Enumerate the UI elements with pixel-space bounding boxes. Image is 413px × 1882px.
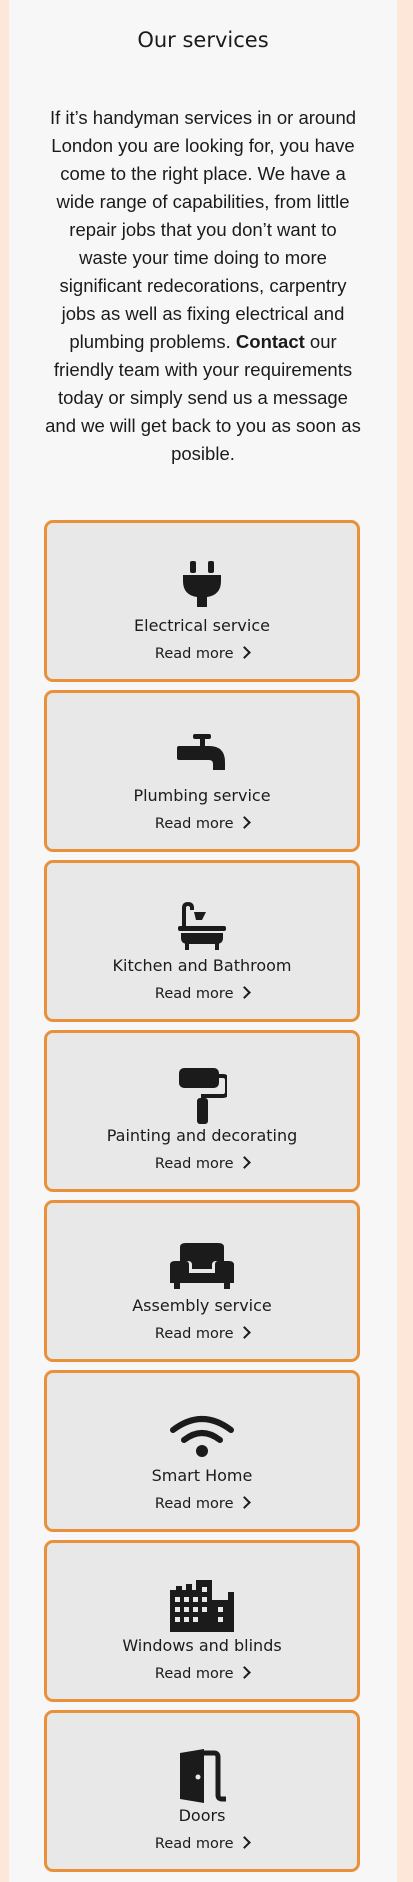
read-more-label: Read more [154,1666,234,1682]
section-title: Our services [137,28,269,52]
paint-roller-icon [47,1068,357,1124]
read-more-label: Read more [154,1326,234,1342]
chevron-right-icon [238,1156,251,1169]
chevron-right-icon [238,1496,251,1509]
chevron-right-icon [238,646,251,659]
read-more-label: Read more [154,1836,234,1852]
service-name: Painting and decorating [106,1126,298,1145]
door-icon [47,1749,357,1803]
read-more-link[interactable]: Read more [47,1326,357,1342]
service-card-plumbing[interactable]: Plumbing service Read more [44,690,360,852]
service-name: Doors [178,1806,226,1825]
faucet-icon [47,729,357,783]
service-name: Windows and blinds [122,1636,282,1655]
chevron-right-icon [238,986,251,999]
service-card-doors[interactable]: Doors Read more [44,1710,360,1872]
services-section: Our services If it’s handyman services i… [9,0,397,1882]
read-more-label: Read more [154,1156,234,1172]
building-icon [47,1579,357,1633]
read-more-link[interactable]: Read more [47,646,357,662]
chevron-right-icon [238,1326,251,1339]
read-more-link[interactable]: Read more [47,986,357,1002]
read-more-link[interactable]: Read more [47,1836,357,1852]
read-more-link[interactable]: Read more [47,1666,357,1682]
service-card-smart-home[interactable]: Smart Home Read more [44,1370,360,1532]
service-name: Plumbing service [133,786,271,805]
chevron-right-icon [238,1666,251,1679]
bathtub-icon [47,899,357,953]
read-more-label: Read more [154,986,234,1002]
service-card-assembly[interactable]: Assembly service Read more [44,1200,360,1362]
wifi-icon [47,1409,357,1463]
intro-text-before: If it’s handyman services in or around L… [49,107,357,352]
service-name: Electrical service [134,616,270,635]
service-name: Smart Home [151,1466,253,1485]
plug-icon [47,559,357,613]
read-more-link[interactable]: Read more [47,1156,357,1172]
service-card-painting[interactable]: Painting and decorating Read more [44,1030,360,1192]
service-card-electrical[interactable]: Electrical service Read more [44,520,360,682]
read-more-label: Read more [154,1496,234,1512]
sofa-icon [47,1239,357,1293]
intro-paragraph: If it’s handyman services in or around L… [45,104,361,468]
service-card-windows[interactable]: Windows and blinds Read more [44,1540,360,1702]
service-card-kitchen-bathroom[interactable]: Kitchen and Bathroom Read more [44,860,360,1022]
read-more-label: Read more [154,816,234,832]
read-more-link[interactable]: Read more [47,816,357,832]
chevron-right-icon [238,1836,251,1849]
chevron-right-icon [238,816,251,829]
service-name: Kitchen and Bathroom [112,956,292,975]
read-more-link[interactable]: Read more [47,1496,357,1512]
service-name: Assembly service [132,1296,272,1315]
contact-link[interactable]: Contact [236,331,305,352]
read-more-label: Read more [154,646,234,662]
